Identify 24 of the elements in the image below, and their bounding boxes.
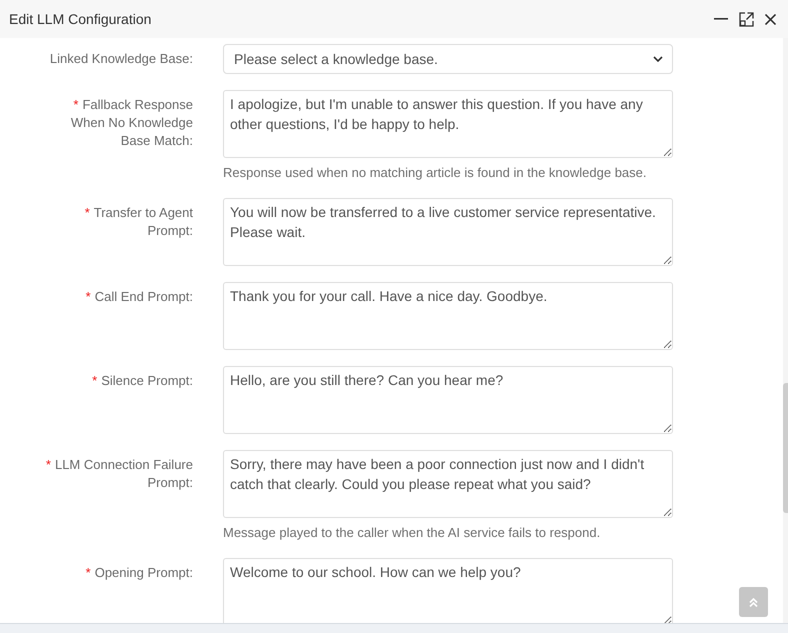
field-label: * Fallback Response When No Knowledge Base Match: bbox=[70, 96, 193, 150]
text-field[interactable]: Welcome to our school. How can we help you? bbox=[223, 558, 673, 623]
knowledge-base-dropdown[interactable]: Please select a knowledge base. bbox=[223, 44, 673, 74]
close-icon[interactable] bbox=[765, 14, 776, 24]
chevron-down-icon bbox=[653, 56, 663, 62]
maximize-icon[interactable] bbox=[739, 12, 754, 26]
minimize-icon[interactable] bbox=[714, 18, 728, 20]
scrollbar-thumb[interactable] bbox=[783, 383, 788, 513]
text-field[interactable]: I apologize, but I'm unable to answer this question. If you have any other questions, I'd be happy to help. bbox=[223, 90, 673, 158]
field-label: Linked Knowledge Base: bbox=[48, 50, 193, 68]
field-label: * Transfer to Agent Prompt: bbox=[84, 204, 193, 240]
field-label: * Silence Prompt: bbox=[91, 372, 193, 390]
text-field[interactable]: Thank you for your call. Have a nice day. Goodbye. bbox=[223, 282, 673, 350]
help-text: Response used when no matching article is found in the knowledge base. bbox=[223, 164, 648, 182]
field-label: * LLM Connection Failure Prompt: bbox=[44, 456, 193, 492]
scrollbar-track[interactable] bbox=[783, 38, 788, 623]
window-title: Edit LLM Configuration bbox=[9, 11, 152, 27]
text-field[interactable]: Sorry, there may have been a poor connection just now and I didn't catch that clearly. Could you please repeat what you said? bbox=[223, 450, 673, 518]
text-field[interactable]: You will now be transferred to a live customer service representative. Please wait. bbox=[223, 198, 673, 266]
help-text: Message played to the caller when the AI service fails to respond. bbox=[223, 524, 602, 542]
field-label: * Call End Prompt: bbox=[84, 288, 193, 306]
text-field[interactable]: Hello, are you still there? Can you hear me? bbox=[223, 366, 673, 434]
double-chevron-up-icon bbox=[749, 598, 758, 606]
field-label: * Opening Prompt: bbox=[84, 564, 193, 582]
